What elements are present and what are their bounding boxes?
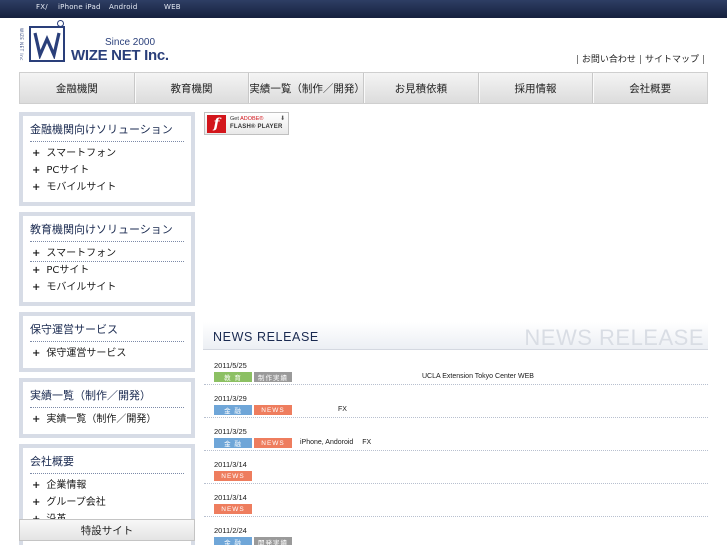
plus-icon: + (32, 414, 41, 425)
news-date: 2011/3/14 (214, 493, 247, 502)
topbar-link-iphone-ipad[interactable]: iPhone iPad (58, 3, 101, 11)
topbar-link-web[interactable]: WEB (164, 3, 181, 11)
news-tags: 金 融開発実績 (214, 537, 292, 545)
news-list: 2011/5/25 教 育制作実績 UCLA Extension Tokyo Cen… (204, 352, 708, 545)
download-arrow-icon: ⬇ (279, 115, 285, 122)
sidebar-box-works: 実績一覧（制作／開発） + 実績一覧（制作／開発） (19, 378, 195, 438)
news-tags: NEWS (214, 504, 252, 514)
news-date: 2011/3/14 (214, 460, 247, 469)
news-release-header: NEWS RELEASE NEWS RELEASE (203, 322, 708, 350)
sidebar-item-group[interactable]: + グループ会社 (30, 494, 184, 511)
news-text[interactable]: iPhone, Andoroid FX (300, 438, 371, 448)
plus-icon: + (32, 247, 41, 259)
logo-dot-icon (57, 20, 64, 27)
plus-icon: + (32, 282, 41, 293)
plus-icon: + (32, 265, 41, 276)
plus-icon: + (32, 480, 41, 491)
logo-mark (29, 26, 65, 62)
news-release-title: NEWS RELEASE (213, 330, 319, 344)
plus-icon: + (32, 182, 41, 193)
news-item[interactable]: 2011/3/14 NEWS (204, 484, 708, 517)
news-release-ghost-text: NEWS RELEASE (524, 325, 704, 350)
flash-player-text: FLASH® PLAYER (230, 124, 283, 130)
sidebar-box-financial: 金融機関向けソリューション + スマートフォン + PCサイト + モバイルサイト (19, 112, 195, 206)
news-text[interactable]: FX (338, 405, 347, 415)
logo-vertical-text: WIZE NET Inc (19, 28, 24, 61)
sidebar-box-education: 教育機関向けソリューション + スマートフォン + PCサイト + モバイルサイト (19, 212, 195, 306)
news-tag: NEWS (214, 504, 252, 514)
news-date: 2011/2/24 (214, 526, 247, 535)
news-item[interactable]: 2011/3/14 NEWS (204, 451, 708, 484)
flash-get-text: Get (230, 116, 239, 122)
plus-icon: + (32, 148, 41, 159)
news-tags: 金 融 NEWS (214, 438, 292, 448)
news-tag: 制作実績 (254, 372, 292, 382)
flash-adobe-text: ADOBE® (240, 116, 264, 122)
news-item[interactable]: 2011/5/25 教 育制作実績 UCLA Extension Tokyo Cen… (204, 352, 708, 385)
utility-links: | お問い合わせ | サイトマップ | (575, 55, 705, 65)
news-tags: 金 融 NEWS (214, 405, 292, 415)
news-tag: 金 融 (214, 438, 252, 448)
news-tag: 金 融 (214, 537, 252, 545)
global-nav: 金融機関 教育機関 実績一覧（制作／開発） お見積依頼 採用情報 会社概要 (19, 72, 708, 104)
nav-works[interactable]: 実績一覧（制作／開発） (249, 73, 365, 103)
sidebar-title-maintenance[interactable]: 保守運営サービス (30, 321, 184, 342)
news-date: 2011/5/25 (214, 361, 247, 370)
topbar-link-android[interactable]: Android (109, 3, 137, 11)
get-flash-player-button[interactable]: f Get ADOBE® FLASH® PLAYER ⬇ (204, 112, 289, 135)
sidebar-item-education-smartphone[interactable]: + スマートフォン (30, 245, 184, 262)
special-site-button[interactable]: 特設サイト (19, 519, 195, 541)
logo-name: WIZE NET Inc. (71, 47, 169, 64)
sidebar-title-education[interactable]: 教育機関向けソリューション (30, 221, 184, 242)
sidebar-title-company[interactable]: 会社概要 (30, 453, 184, 474)
flash-icon: f (207, 115, 226, 133)
news-item[interactable]: 2011/2/24 金 融開発実績 (204, 517, 708, 545)
nav-financial[interactable]: 金融機関 (20, 73, 135, 103)
sidebar-item-financial-mobile[interactable]: + モバイルサイト (30, 179, 184, 196)
sidebar-box-maintenance: 保守運営サービス + 保守運営サービス (19, 312, 195, 372)
news-tag: NEWS (214, 471, 252, 481)
nav-recruit[interactable]: 採用情報 (479, 73, 594, 103)
sidebar: 金融機関向けソリューション + スマートフォン + PCサイト + モバイルサイト 教… (19, 112, 195, 545)
sidebar-item-education-pc[interactable]: + PCサイト (30, 262, 184, 279)
sidebar-item-financial-smartphone[interactable]: + スマートフォン (30, 145, 184, 162)
plus-icon: + (32, 165, 41, 176)
sitemap-link[interactable]: サイトマップ (645, 55, 699, 65)
nav-education[interactable]: 教育機関 (135, 73, 250, 103)
nav-company[interactable]: 会社概要 (593, 73, 707, 103)
sidebar-item-financial-pc[interactable]: + PCサイト (30, 162, 184, 179)
news-item[interactable]: 2011/3/29 金 融 NEWS FX (204, 385, 708, 418)
sidebar-title-financial[interactable]: 金融機関向けソリューション (30, 121, 184, 142)
sidebar-item-works[interactable]: + 実績一覧（制作／開発） (30, 411, 184, 428)
news-tags: 教 育制作実績 (214, 372, 292, 382)
sidebar-item-company-info[interactable]: + 企業情報 (30, 477, 184, 494)
news-tag: 教 育 (214, 372, 252, 382)
news-tag: NEWS (254, 405, 292, 415)
news-date: 2011/3/25 (214, 427, 247, 436)
news-item[interactable]: 2011/3/25 金 融 NEWS iPhone, Andoroid FX (204, 418, 708, 451)
sidebar-item-education-mobile[interactable]: + モバイルサイト (30, 279, 184, 296)
site-logo[interactable]: WIZE NET Inc Since 2000 WIZE NET Inc. (19, 20, 169, 66)
logo-w-icon (33, 32, 61, 59)
top-bar: FX/ iPhone iPad Android WEB (0, 0, 727, 18)
nav-estimate[interactable]: お見積依頼 (364, 73, 479, 103)
plus-icon: + (32, 348, 41, 359)
news-text[interactable]: UCLA Extension Tokyo Center WEB (422, 372, 534, 382)
sidebar-title-works[interactable]: 実績一覧（制作／開発） (30, 387, 184, 408)
news-tag: 開発実績 (254, 537, 292, 545)
contact-link[interactable]: お問い合わせ (582, 55, 636, 65)
news-date: 2011/3/29 (214, 394, 247, 403)
news-tags: NEWS (214, 471, 252, 481)
sidebar-item-maintenance[interactable]: + 保守運営サービス (30, 345, 184, 362)
news-tag: 金 融 (214, 405, 252, 415)
news-tag: NEWS (254, 438, 292, 448)
topbar-link-fx[interactable]: FX/ (36, 3, 48, 11)
plus-icon: + (32, 497, 41, 508)
